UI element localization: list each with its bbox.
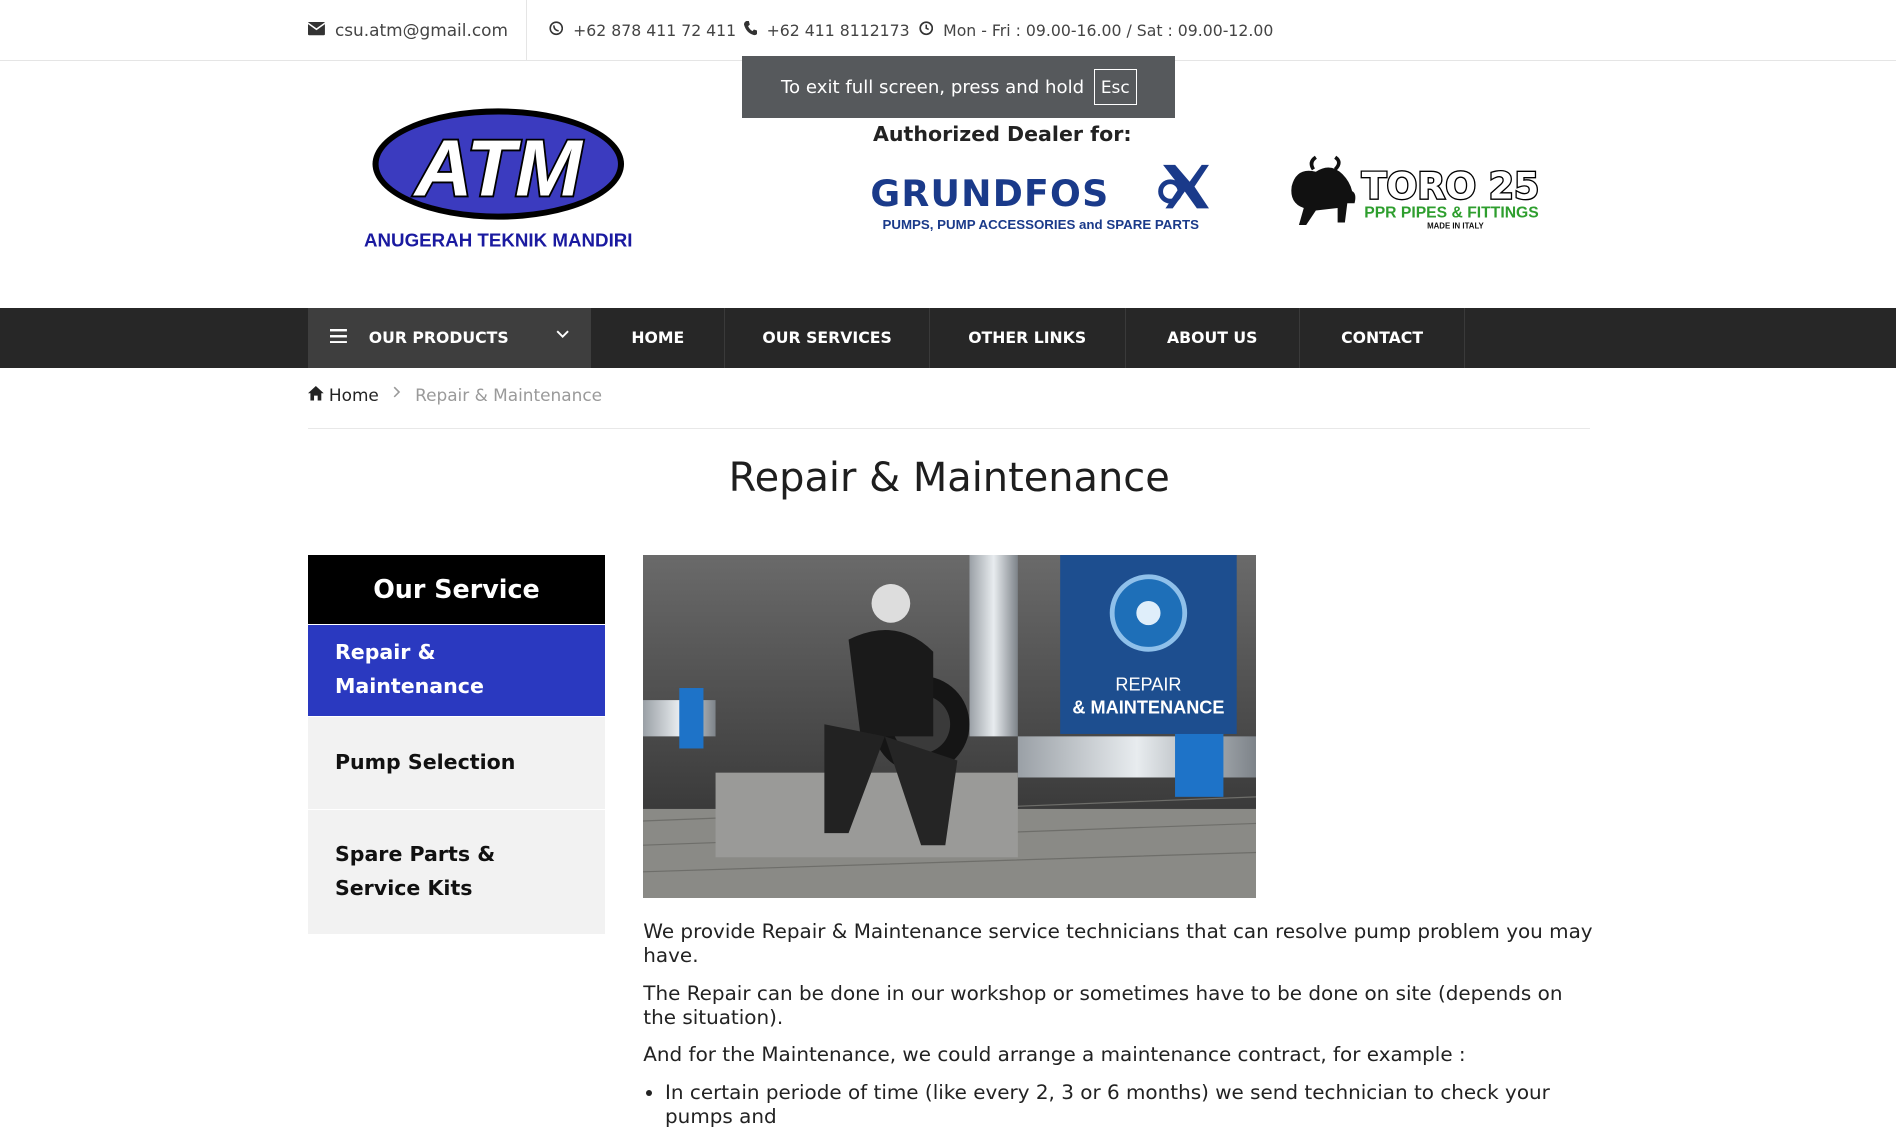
nav-our-services[interactable]: OUR SERVICES <box>726 308 930 368</box>
photo-badge-line1: REPAIR <box>1116 674 1182 694</box>
email-contact[interactable]: csu.atm@gmail.com <box>307 0 508 60</box>
grundfos-x-icon <box>1158 164 1210 208</box>
opening-hours: Mon - Fri : 09.00-16.00 / Sat : 09.00-12… <box>919 0 1273 60</box>
email-text: csu.atm@gmail.com <box>334 20 508 41</box>
toro-made-in: MADE IN ITALY <box>1427 222 1484 231</box>
envelope-icon <box>307 21 326 40</box>
sidebar-item-pump-selection[interactable]: Pump Selection <box>308 715 605 809</box>
phone-contact[interactable]: +62 411 8112173 <box>743 0 910 60</box>
clock-icon <box>919 21 934 40</box>
atm-logo-text: ATM <box>413 124 583 213</box>
phone-icon <box>743 21 757 40</box>
service-sidebar: Our Service Repair & Maintenance Pump Se… <box>308 555 605 935</box>
esc-key-label: Esc <box>1093 68 1137 106</box>
list-item: In certain periode of time (like every 2… <box>665 1080 1599 1128</box>
grundfos-tagline: PUMPS, PUMP ACCESSORIES and SPARE PARTS <box>883 217 1200 232</box>
service-description: We provide Repair & Maintenance service … <box>643 919 1598 1128</box>
nav-about-us[interactable]: ABOUT US <box>1126 308 1300 368</box>
fullscreen-notice-text: To exit full screen, press and hold <box>781 76 1085 98</box>
sidebar-title: Our Service <box>308 555 605 624</box>
top-info-bar: csu.atm@gmail.com +62 878 411 72 411 +62… <box>0 0 1896 62</box>
nav-home[interactable]: HOME <box>591 308 726 368</box>
fullscreen-exit-notice: To exit full screen, press and hold Esc <box>742 55 1176 119</box>
sidebar-item-repair-maintenance[interactable]: Repair & Maintenance <box>308 623 605 716</box>
toro-logo[interactable]: TORO 25 PPR PIPES & FITTINGS MADE IN ITA… <box>1282 150 1550 235</box>
whatsapp-icon <box>549 21 564 40</box>
bull-icon <box>1291 155 1356 225</box>
our-products-menu[interactable]: OUR PRODUCTS <box>308 308 592 368</box>
nav-other-links[interactable]: OTHER LINKS <box>930 308 1126 368</box>
home-icon <box>308 385 325 405</box>
phone-text: +62 411 8112173 <box>766 20 910 40</box>
breadcrumb-current: Repair & Maintenance <box>415 384 603 405</box>
grundfos-wordmark: GRUNDFOS <box>871 172 1110 215</box>
whatsapp-contact[interactable]: +62 878 411 72 411 <box>549 0 736 60</box>
company-name: ANUGERAH TEKNIK MANDIRI <box>364 230 633 251</box>
nav-contact[interactable]: CONTACT <box>1300 308 1466 368</box>
toro-wordmark: TORO 25 <box>1362 164 1539 207</box>
our-products-label: OUR PRODUCTS <box>368 328 509 348</box>
chevron-down-icon <box>556 326 570 342</box>
whatsapp-text: +62 878 411 72 411 <box>573 20 737 40</box>
topbar-divider <box>526 0 528 61</box>
atm-logo[interactable]: ATM ANUGERAH TEKNIK MANDIRI <box>358 106 639 256</box>
paragraph-2: The Repair can be done in our workshop o… <box>643 980 1563 1029</box>
page-title: Repair & Maintenance <box>728 454 1170 501</box>
paragraph-1: We provide Repair & Maintenance service … <box>643 918 1593 968</box>
maintenance-examples-list: In certain periode of time (like every 2… <box>643 1080 1598 1128</box>
main-navigation: OUR PRODUCTS HOME OUR SERVICES OTHER LIN… <box>0 308 1896 368</box>
sidebar-item-spare-parts[interactable]: Spare Parts & Service Kits <box>308 808 605 935</box>
grundfos-logo[interactable]: GRUNDFOS PUMPS, PUMP ACCESSORIES and SPA… <box>868 160 1210 235</box>
breadcrumb-home[interactable]: Home <box>329 385 379 405</box>
hamburger-icon <box>330 327 348 348</box>
breadcrumb-divider <box>308 428 1591 430</box>
photo-badge-line2: & MAINTENANCE <box>1073 697 1225 717</box>
hours-text: Mon - Fri : 09.00-16.00 / Sat : 09.00-12… <box>943 20 1274 40</box>
toro-tagline: PPR PIPES & FITTINGS <box>1364 205 1539 222</box>
paragraph-3: And for the Maintenance, we could arrang… <box>643 1042 1466 1067</box>
breadcrumb: Home Repair & Maintenance <box>308 385 602 405</box>
repair-maintenance-photo: REPAIR & MAINTENANCE <box>643 555 1257 899</box>
chevron-right-icon <box>393 386 401 402</box>
authorized-dealer-label: Authorized Dealer for: <box>873 122 1132 147</box>
